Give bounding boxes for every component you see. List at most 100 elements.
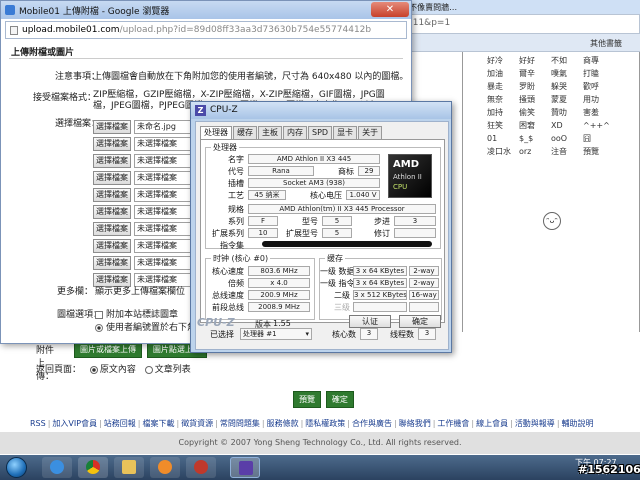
emoticon-item[interactable]: 預覽 [583,147,609,157]
more-fields-label: 更多欄： [57,287,94,297]
footer-link[interactable]: 站務回報 [104,419,136,428]
media-player-taskbar-icon[interactable] [150,457,180,478]
background-url-bar[interactable]: 711&p=1 [400,14,640,34]
emoticon-item[interactable]: 偷笑 [519,108,545,118]
other-bookmarks-button[interactable]: 其他書籤 [590,38,622,49]
emoticon-item[interactable]: 躲哭 [551,82,577,92]
smiley-icon[interactable]: ᵔᴗᵔ [543,212,561,230]
footer-link[interactable]: 徵貨資源 [181,419,213,428]
userid-radio[interactable] [95,323,103,332]
footer-link[interactable]: RSS [30,419,46,428]
choose-file-button[interactable]: 選擇檔案 [93,205,131,219]
heading-divider [9,58,403,59]
cpuz-titlebar[interactable]: Z CPU-Z [191,102,451,119]
start-button-icon[interactable] [6,457,27,478]
tab-memory[interactable]: 内存 [283,126,307,139]
choose-file-button[interactable]: 選擇檔案 [93,188,131,202]
footer-link[interactable]: 隱私權政策 [305,419,345,428]
stamp-checkbox[interactable] [95,310,103,319]
tab-cache[interactable]: 缓存 [233,126,257,139]
choose-file-button[interactable]: 選擇檔案 [93,137,131,151]
footer-separator: | [176,419,180,428]
tab-mainboard[interactable]: 主板 [258,126,282,139]
emoticon-item[interactable]: 噗氣 [551,69,577,79]
bus-speed-value: 200.9 MHz [248,290,310,300]
emoticon-item[interactable]: 歡呼 [583,82,609,92]
emoticon-item[interactable]: ^++^ [583,121,610,131]
emoticon-item[interactable]: 無奈 [487,95,513,105]
emoticon-item[interactable]: 加油 [487,69,513,79]
processor-select[interactable]: 处理器 #1 ▾ [240,328,312,340]
emoticon-item[interactable]: 爾辛 [519,69,545,79]
emoticon-item[interactable]: 加持 [487,108,513,118]
emoticon-item[interactable]: 好冷 [487,56,513,66]
tab-processor[interactable]: 处理器 [200,126,232,139]
emoticon-item[interactable]: 好好 [519,56,545,66]
browser-tab-strip[interactable]: 5不像賣問牆… [400,0,640,14]
footer-link[interactable]: 加入VIP會員 [52,419,97,428]
emoticon-item[interactable]: 暴走 [487,82,513,92]
emoticon-item[interactable]: XD [551,121,577,131]
choose-file-button[interactable]: 選擇檔案 [93,154,131,168]
emoticon-item[interactable]: 狂笑 [487,121,513,131]
clocks-group: 时钟 (核心 #0) 核心速度 803.6 MHz 倍频 x 4.0 总线速度 … [205,253,315,320]
popup-url-bar[interactable]: upload.mobile01.com/upload.php?id=89d08f… [5,21,407,39]
return-list-radio[interactable] [144,365,153,374]
choose-file-button[interactable]: 選擇檔案 [93,171,131,185]
emoticon-item[interactable]: 打瞌 [583,69,609,79]
footer-link[interactable]: 活動與報導 [515,419,555,428]
l2-way: 16-way [409,290,439,300]
emoticon-item[interactable]: ooO [551,134,577,144]
confirm-button[interactable]: 確定 [325,391,354,408]
return-original-radio[interactable] [89,365,98,374]
notes-text: 上傳圖檔會自動放在下角附加您的使用者編號，尺寸為 640x480 以內的圖檔。 [93,72,407,82]
popup-titlebar[interactable]: Mobile01 上傳附檔 - Google 瀏覽器 ✕ [1,1,411,19]
choose-file-button[interactable]: 選擇檔案 [93,120,131,134]
emoticon-item[interactable]: 商專 [583,56,609,66]
emoticon-item[interactable]: 凌口水 [487,147,513,157]
emoticon-item[interactable]: 困窘 [519,121,545,131]
validate-button[interactable]: 认证 [349,315,391,328]
ie-taskbar-icon[interactable] [42,457,72,478]
footer-link[interactable]: 檔案下載 [142,419,174,428]
explorer-taskbar-icon[interactable] [114,457,144,478]
multiplier-label: 倍频 [228,279,244,288]
processor-tab-panel: 处理器 名字 AMD Athlon II X3 445 代号 Rana 商标 2… [200,139,445,323]
footer-link[interactable]: 線上會員 [476,419,508,428]
emoticon-item[interactable]: 囧 [583,134,609,144]
ok-button[interactable]: 确定 [399,315,441,328]
preview-button[interactable]: 預覽 [293,391,321,408]
cpuz-taskbar-icon[interactable] [230,457,260,478]
info-taskbar-icon[interactable] [186,457,216,478]
footer-link[interactable]: 合作與廣告 [352,419,392,428]
footer-link[interactable]: 聯絡我們 [399,419,431,428]
tab-about[interactable]: 关于 [358,126,383,139]
emoticon-item[interactable]: 用功 [583,95,609,105]
emoticon-item[interactable]: 不如 [551,56,577,66]
emoticon-item[interactable]: 罗盼 [519,82,545,92]
show-more-fields-link[interactable]: 顯示更多上傳檔案欄位 [95,284,185,297]
footer-link[interactable]: 輔助說明 [562,419,594,428]
close-icon[interactable]: ✕ [371,2,409,17]
emoticon-item[interactable]: 害羞 [583,108,609,118]
emoticon-item[interactable]: $_$ [519,134,545,144]
tab-spd[interactable]: SPD [308,126,333,139]
voltage-value: 1.040 V [346,190,380,200]
l3-value [353,302,407,312]
emoticon-item[interactable]: 搔頭 [519,95,545,105]
chrome-taskbar-icon[interactable] [78,457,108,478]
tab-graphics[interactable]: 显卡 [333,126,358,139]
footer-link[interactable]: 服務條款 [267,419,299,428]
emoticon-item[interactable]: 注音 [551,147,577,157]
footer-link[interactable]: 工作機會 [437,419,469,428]
emoticon-item[interactable]: orz [519,147,545,157]
emoticon-item[interactable]: 贊叻 [551,108,577,118]
file-input-row: 選擇檔案 未選擇檔案 [93,171,197,187]
choose-file-button[interactable]: 選擇檔案 [93,256,131,270]
amd-athlon-logo: AMD Athlon II CPU [388,154,432,198]
emoticon-item[interactable]: 01 [487,134,513,144]
choose-file-button[interactable]: 選擇檔案 [93,222,131,236]
emoticon-item[interactable]: 蒙夏 [551,95,577,105]
choose-file-button[interactable]: 選擇檔案 [93,239,131,253]
footer-link[interactable]: 常問問題集 [220,419,260,428]
